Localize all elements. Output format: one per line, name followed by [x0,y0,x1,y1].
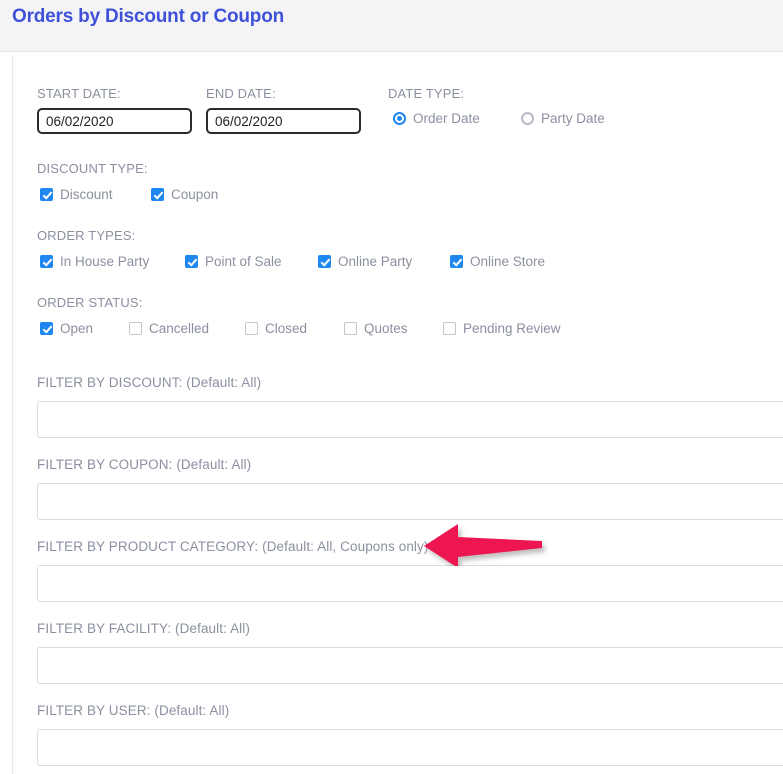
page-header: Orders by Discount or Coupon [0,0,783,52]
checkbox-discount-label: Discount [60,187,113,202]
checkbox-closed-box[interactable] [245,322,258,335]
checkbox-in-house-party-label: In House Party [60,254,150,269]
checkbox-pending-review[interactable]: Pending Review [443,321,561,336]
radio-party-date[interactable]: Party Date [521,111,605,126]
checkbox-cancelled-label: Cancelled [149,321,210,336]
radio-party-date-label: Party Date [541,111,605,126]
checkbox-point-of-sale[interactable]: Point of Sale [185,254,282,269]
checkbox-online-party[interactable]: Online Party [318,254,412,269]
end-date-label: END DATE: [206,86,276,101]
filter-discount-input[interactable] [37,401,783,438]
filter-facility-label: FILTER BY FACILITY: (Default: All) [37,621,250,636]
start-date-label: START DATE: [37,86,121,101]
checkbox-closed[interactable]: Closed [245,321,307,336]
checkbox-quotes[interactable]: Quotes [344,321,408,336]
radio-order-date-label: Order Date [413,111,480,126]
start-date-input[interactable] [37,108,192,134]
checkbox-open-label: Open [60,321,94,336]
checkbox-pending-review-box[interactable] [443,322,456,335]
checkbox-discount-box[interactable] [40,188,53,201]
checkbox-quotes-box[interactable] [344,322,357,335]
filter-facility-input[interactable] [37,647,783,684]
checkbox-coupon-box[interactable] [151,188,164,201]
checkbox-online-store-box[interactable] [450,255,463,268]
checkbox-pending-review-label: Pending Review [463,321,561,336]
filter-product-category-input[interactable] [37,565,783,602]
checkbox-open[interactable]: Open [40,321,93,336]
filter-product-category-label: FILTER BY PRODUCT CATEGORY: (Default: Al… [37,539,429,554]
checkbox-closed-label: Closed [265,321,308,336]
discount-type-label: DISCOUNT TYPE: [37,161,148,176]
checkbox-discount[interactable]: Discount [40,187,113,202]
radio-party-date-indicator[interactable] [521,112,534,125]
checkbox-in-house-party-box[interactable] [40,255,53,268]
checkbox-point-of-sale-box[interactable] [185,255,198,268]
checkbox-online-store-label: Online Store [470,254,546,269]
end-date-input[interactable] [206,108,361,134]
checkbox-coupon-label: Coupon [171,187,219,202]
report-filter-page: Orders by Discount or Coupon START DATE:… [0,0,783,774]
checkbox-online-party-box[interactable] [318,255,331,268]
filter-coupon-label: FILTER BY COUPON: (Default: All) [37,457,252,472]
checkbox-cancelled-box[interactable] [129,322,142,335]
page-title: Orders by Discount or Coupon [12,6,285,27]
radio-order-date-indicator[interactable] [393,112,406,125]
filter-user-input[interactable] [37,729,783,766]
filter-discount-label: FILTER BY DISCOUNT: (Default: All) [37,375,262,390]
checkbox-point-of-sale-label: Point of Sale [205,254,282,269]
checkbox-quotes-label: Quotes [364,321,408,336]
date-type-label: DATE TYPE: [388,86,465,101]
order-types-label: ORDER TYPES: [37,228,136,243]
checkbox-online-store[interactable]: Online Store [450,254,545,269]
filter-coupon-input[interactable] [37,483,783,520]
checkbox-in-house-party[interactable]: In House Party [40,254,149,269]
order-status-label: ORDER STATUS: [37,295,143,310]
checkbox-online-party-label: Online Party [338,254,413,269]
filter-card: START DATE: END DATE: DATE TYPE: Order D… [12,53,783,774]
filter-user-label: FILTER BY USER: (Default: All) [37,703,230,718]
checkbox-cancelled[interactable]: Cancelled [129,321,209,336]
radio-order-date[interactable]: Order Date [393,111,480,126]
checkbox-open-box[interactable] [40,322,53,335]
checkbox-coupon[interactable]: Coupon [151,187,218,202]
